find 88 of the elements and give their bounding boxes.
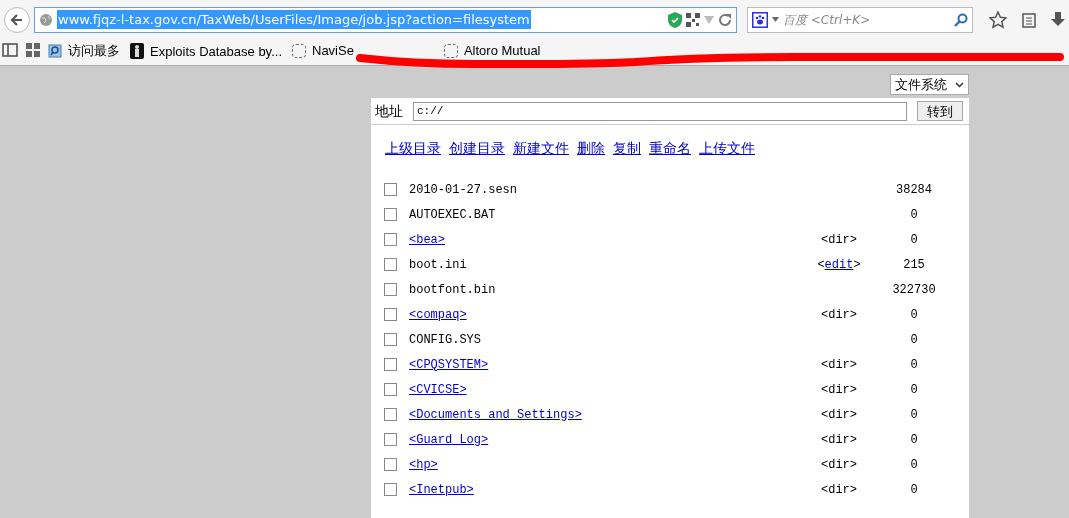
bookmark-link[interactable]: Exploits Database by... (130, 43, 282, 59)
checkbox[interactable] (384, 333, 397, 346)
folder-link[interactable]: <hp> (409, 457, 438, 472)
file-name: bootfont.bin (409, 282, 496, 297)
back-arrow-icon (10, 12, 24, 27)
file-size: 0 (910, 207, 918, 222)
action-link[interactable]: 上传文件 (699, 137, 755, 159)
checkbox[interactable] (384, 358, 397, 371)
action-link[interactable]: 上级目录 (385, 137, 441, 159)
url-text: www.fjqz-l-tax.gov.cn/TaxWeb/UserFiles/Image/job.jsp?action=filesystem (57, 9, 531, 30)
go-button[interactable]: 转到 (917, 101, 963, 121)
file-size: 0 (910, 382, 918, 397)
search-page-icon (48, 43, 62, 58)
shield-check-icon (668, 11, 682, 28)
file-size: 0 (910, 432, 918, 447)
dir-label: <dir> (821, 307, 857, 322)
path-field[interactable]: c:// (413, 101, 907, 121)
bookmark-link[interactable]: NaviSe (292, 43, 354, 58)
file-size: 0 (910, 332, 918, 347)
folder-link[interactable]: <Documents and Settings> (409, 407, 582, 422)
file-name: CONFIG.SYS (409, 332, 481, 347)
sidebar-icon[interactable] (2, 43, 18, 57)
action-link[interactable]: 重命名 (649, 137, 691, 159)
checkbox[interactable] (384, 483, 397, 496)
blank-page-icon (292, 43, 306, 58)
mode-select[interactable]: 文件系统 (890, 74, 969, 95)
folder-link[interactable]: <CPQSYSTEM> (409, 357, 489, 372)
qr-code-icon (686, 12, 700, 27)
search-placeholder: 百度 <Ctrl+K> (783, 11, 872, 29)
dir-label: <dir> (821, 382, 857, 397)
action-link[interactable]: 删除 (577, 137, 605, 159)
action-link[interactable]: 创建目录 (449, 137, 505, 159)
checkbox[interactable] (384, 408, 397, 421)
checkbox[interactable] (384, 283, 397, 296)
back-button[interactable] (4, 6, 30, 33)
action-link[interactable]: 复制 (613, 137, 641, 159)
dir-label: <dir> (821, 432, 857, 447)
checkbox[interactable] (384, 208, 397, 221)
dir-label: <dir> (821, 357, 857, 372)
clipboard-icon[interactable] (1021, 11, 1037, 28)
action-link[interactable]: 新建文件 (513, 137, 569, 159)
reload-icon[interactable] (718, 12, 732, 27)
checkbox[interactable] (384, 233, 397, 246)
dropdown-icon[interactable] (704, 15, 714, 24)
figure-icon (130, 43, 144, 59)
paw-icon (752, 11, 768, 28)
dir-label: <dir> (821, 232, 857, 247)
checkbox[interactable] (384, 433, 397, 446)
file-size: 215 (903, 257, 925, 272)
folder-link[interactable]: <bea> (409, 232, 445, 247)
file-size: 0 (910, 232, 918, 247)
checkbox[interactable] (384, 308, 397, 321)
bracket: < (817, 257, 825, 272)
caret-icon (772, 17, 779, 22)
folder-link[interactable]: <compaq> (409, 307, 467, 322)
file-size: 0 (910, 357, 918, 372)
file-name: 2010-01-27.sesn (409, 182, 518, 197)
file-size: 0 (910, 482, 918, 497)
search-icon[interactable] (954, 12, 968, 27)
checkbox[interactable] (384, 183, 397, 196)
grid-icon[interactable] (26, 43, 40, 57)
file-size: 0 (910, 457, 918, 472)
bookmark-link[interactable]: 访问最多 (48, 43, 120, 58)
search-field[interactable]: 百度 <Ctrl+K> (747, 6, 973, 33)
chevron-down-icon (955, 81, 964, 88)
download-icon[interactable] (1051, 11, 1065, 28)
edit-link[interactable]: edit (824, 257, 854, 272)
dir-label: <dir> (821, 482, 857, 497)
file-size: 322730 (892, 282, 936, 297)
globe-icon (39, 12, 53, 27)
checkbox[interactable] (384, 383, 397, 396)
file-name: AUTOEXEC.BAT (409, 207, 496, 222)
blank-page-icon (443, 43, 458, 58)
bracket: > (853, 257, 861, 272)
folder-link[interactable]: <CVICSE> (409, 382, 467, 397)
file-name: boot.ini (409, 257, 467, 272)
folder-link[interactable]: <Inetpub> (409, 482, 474, 497)
dir-label: <dir> (821, 407, 857, 422)
folder-link[interactable]: <Guard_Log> (409, 432, 489, 447)
bookmark-link[interactable]: Altoro Mutual (443, 43, 541, 58)
file-size: 38284 (896, 182, 932, 197)
star-icon[interactable] (989, 10, 1007, 29)
file-size: 0 (910, 407, 918, 422)
file-size: 0 (910, 307, 918, 322)
checkbox[interactable] (384, 258, 397, 271)
address-label: 地址 (375, 101, 403, 121)
checkbox[interactable] (384, 458, 397, 471)
dir-label: <dir> (821, 457, 857, 472)
